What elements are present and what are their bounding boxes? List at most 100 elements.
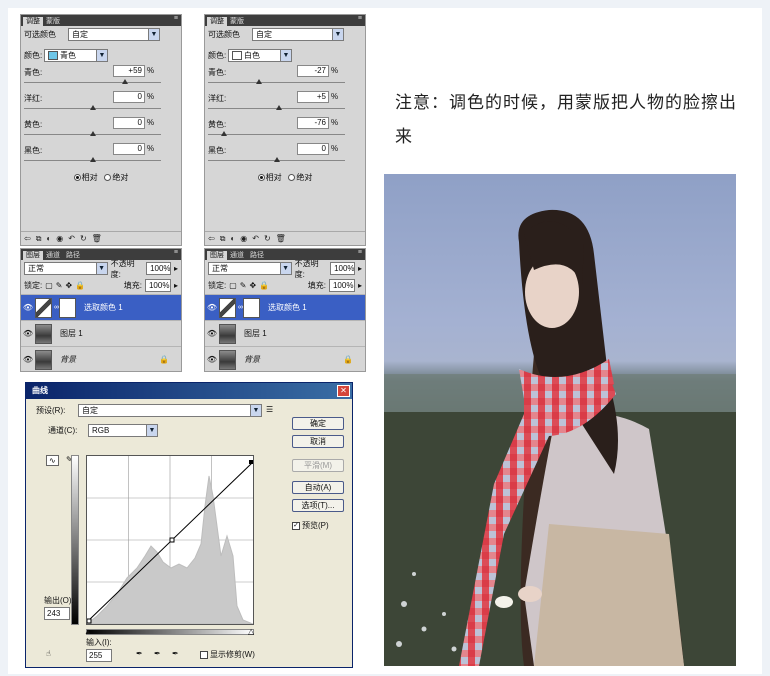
visibility-icon[interactable]: ◐: [46, 234, 51, 243]
show-clipping-checkbox[interactable]: 显示修剪(W): [200, 649, 255, 660]
lock-all-icon[interactable]: 🔒: [259, 281, 269, 290]
slider-thumb[interactable]: [89, 157, 96, 162]
mask-thumbnail[interactable]: [59, 297, 76, 318]
black-value-input[interactable]: 0: [113, 143, 145, 155]
slider-thumb[interactable]: [276, 105, 283, 110]
opacity-input[interactable]: 100%: [146, 262, 171, 275]
visibility-icon[interactable]: ◐: [230, 234, 235, 243]
chevron-right-icon[interactable]: ▸: [174, 281, 178, 290]
smooth-button[interactable]: 平滑(M): [292, 459, 344, 472]
previous-state-icon[interactable]: ↶: [252, 234, 259, 243]
cyan-value-input[interactable]: +59: [113, 65, 145, 77]
tab-paths[interactable]: 路径: [247, 251, 267, 260]
chevron-right-icon[interactable]: ▸: [358, 264, 362, 273]
tab-adjustments[interactable]: 调整: [207, 17, 227, 26]
layer-1[interactable]: 👁 图层 1: [21, 320, 181, 346]
clip-layer-icon[interactable]: ⧉: [36, 234, 42, 244]
tab-adjustments[interactable]: 调整: [23, 17, 43, 26]
slider-thumb[interactable]: [89, 131, 96, 136]
hand-adjust-icon[interactable]: ☝: [46, 649, 51, 658]
auto-button[interactable]: 自动(A): [292, 481, 344, 494]
black-value-input[interactable]: 0: [297, 143, 329, 155]
curve-graph[interactable]: [85, 455, 254, 625]
tab-channels[interactable]: 通道: [227, 251, 247, 260]
close-icon[interactable]: ✕: [337, 385, 350, 397]
options-button[interactable]: 选项(T)...: [292, 499, 344, 512]
white-point-slider-icon[interactable]: △: [248, 627, 254, 636]
preview-checkbox[interactable]: ✓ 预览(P): [292, 520, 329, 531]
blend-mode-select[interactable]: 正常 ▼: [24, 262, 108, 275]
eye-icon[interactable]: 👁: [205, 329, 219, 338]
eye-icon[interactable]: ◉: [56, 234, 63, 243]
eye-icon[interactable]: 👁: [205, 303, 219, 312]
black-point-slider-icon[interactable]: ▲: [84, 627, 92, 636]
lock-position-icon[interactable]: ✥: [66, 281, 73, 290]
magenta-value-input[interactable]: +5: [297, 91, 329, 103]
reset-icon[interactable]: ↻: [80, 234, 87, 243]
tab-paths[interactable]: 路径: [63, 251, 83, 260]
slider-thumb[interactable]: [122, 79, 129, 84]
color-select[interactable]: 白色 ▼: [228, 49, 292, 62]
lock-transparency-icon[interactable]: ▢: [229, 281, 237, 290]
radio-relative[interactable]: [257, 174, 265, 182]
preset-select[interactable]: 自定 ▼: [68, 28, 160, 41]
preset-select[interactable]: 自定 ▼: [252, 28, 344, 41]
eye-icon[interactable]: ◉: [240, 234, 247, 243]
chevron-right-icon[interactable]: ▸: [358, 281, 362, 290]
panel-menu-icon[interactable]: ≡: [358, 15, 362, 22]
previous-state-icon[interactable]: ↶: [68, 234, 75, 243]
slider-track[interactable]: [208, 82, 345, 83]
back-arrow-icon[interactable]: ⇦: [208, 234, 215, 243]
white-eyedropper-icon[interactable]: ✒: [172, 649, 179, 658]
magenta-value-input[interactable]: 0: [113, 91, 145, 103]
layer-background[interactable]: 👁 背景 🔒: [21, 346, 181, 372]
slider-thumb[interactable]: [273, 157, 280, 162]
yellow-value-input[interactable]: -76: [297, 117, 329, 129]
layer-selective-color[interactable]: 👁 ∞ 选取颜色 1: [205, 294, 365, 320]
output-input[interactable]: 243: [44, 607, 70, 620]
slider-thumb[interactable]: [221, 131, 228, 136]
radio-absolute[interactable]: [288, 174, 296, 182]
lock-all-icon[interactable]: 🔒: [75, 281, 85, 290]
black-eyedropper-icon[interactable]: ✒: [136, 649, 143, 658]
clip-layer-icon[interactable]: ⧉: [220, 234, 226, 244]
trash-icon[interactable]: 🗑: [92, 234, 102, 243]
lock-position-icon[interactable]: ✥: [250, 281, 257, 290]
trash-icon[interactable]: 🗑: [276, 234, 286, 243]
curve-tool-icon[interactable]: ∿: [46, 455, 59, 466]
eye-icon[interactable]: 👁: [21, 355, 35, 364]
layer-background[interactable]: 👁 背景 🔒: [205, 346, 365, 372]
tab-masks[interactable]: 蒙版: [227, 17, 247, 26]
color-select[interactable]: 青色 ▼: [44, 49, 108, 62]
tab-channels[interactable]: 通道: [43, 251, 63, 260]
lock-pixels-icon[interactable]: ✎: [240, 281, 247, 290]
gray-eyedropper-icon[interactable]: ✒: [154, 649, 161, 658]
back-arrow-icon[interactable]: ⇦: [24, 234, 31, 243]
lock-pixels-icon[interactable]: ✎: [56, 281, 63, 290]
dialog-titlebar[interactable]: 曲线 ✕: [26, 383, 352, 399]
preset-options-icon[interactable]: ☰: [266, 405, 273, 414]
opacity-input[interactable]: 100%: [330, 262, 355, 275]
fill-input[interactable]: 100%: [328, 279, 355, 292]
eye-icon[interactable]: 👁: [205, 355, 219, 364]
channel-select[interactable]: RGB ▼: [88, 424, 158, 437]
panel-menu-icon[interactable]: ≡: [358, 249, 362, 256]
layer-1[interactable]: 👁 图层 1: [205, 320, 365, 346]
eye-icon[interactable]: 👁: [21, 329, 35, 338]
slider-track[interactable]: [208, 134, 345, 135]
yellow-value-input[interactable]: 0: [113, 117, 145, 129]
tab-layers[interactable]: 图层: [207, 251, 227, 260]
ok-button[interactable]: 确定: [292, 417, 344, 430]
slider-thumb[interactable]: [255, 79, 262, 84]
panel-menu-icon[interactable]: ≡: [174, 249, 178, 256]
slider-thumb[interactable]: [89, 105, 96, 110]
blend-mode-select[interactable]: 正常 ▼: [208, 262, 292, 275]
radio-relative[interactable]: [73, 174, 81, 182]
tab-masks[interactable]: 蒙版: [43, 17, 63, 26]
curves-preset-select[interactable]: 自定 ▼: [78, 404, 262, 417]
radio-absolute[interactable]: [104, 174, 112, 182]
panel-menu-icon[interactable]: ≡: [174, 15, 178, 22]
cancel-button[interactable]: 取消: [292, 435, 344, 448]
mask-thumbnail[interactable]: [243, 297, 260, 318]
chevron-right-icon[interactable]: ▸: [174, 264, 178, 273]
